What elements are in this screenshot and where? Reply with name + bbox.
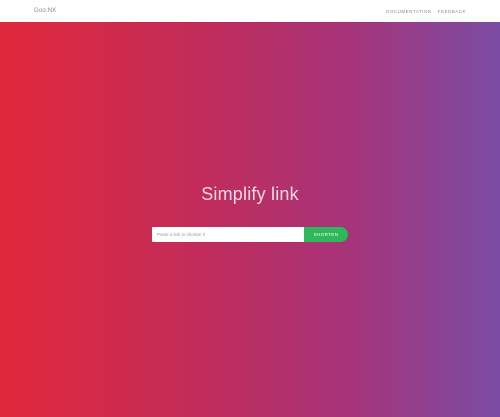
shorten-form: SHORTEN [152, 227, 348, 242]
hero-title: Simplify link [201, 184, 299, 204]
url-input[interactable] [152, 227, 304, 242]
page: Goo.NK DOCUMENTATION FEEDBACK Simplify l… [0, 0, 500, 417]
shorten-button[interactable]: SHORTEN [304, 227, 348, 242]
hero-section: Simplify link SHORTEN [0, 22, 500, 417]
nav-links: DOCUMENTATION FEEDBACK [386, 9, 466, 14]
nav-link-feedback[interactable]: FEEDBACK [438, 9, 466, 14]
brand-logo[interactable]: Goo.NK [34, 8, 57, 14]
nav-link-documentation[interactable]: DOCUMENTATION [386, 9, 432, 14]
top-navbar: Goo.NK DOCUMENTATION FEEDBACK [0, 0, 500, 22]
